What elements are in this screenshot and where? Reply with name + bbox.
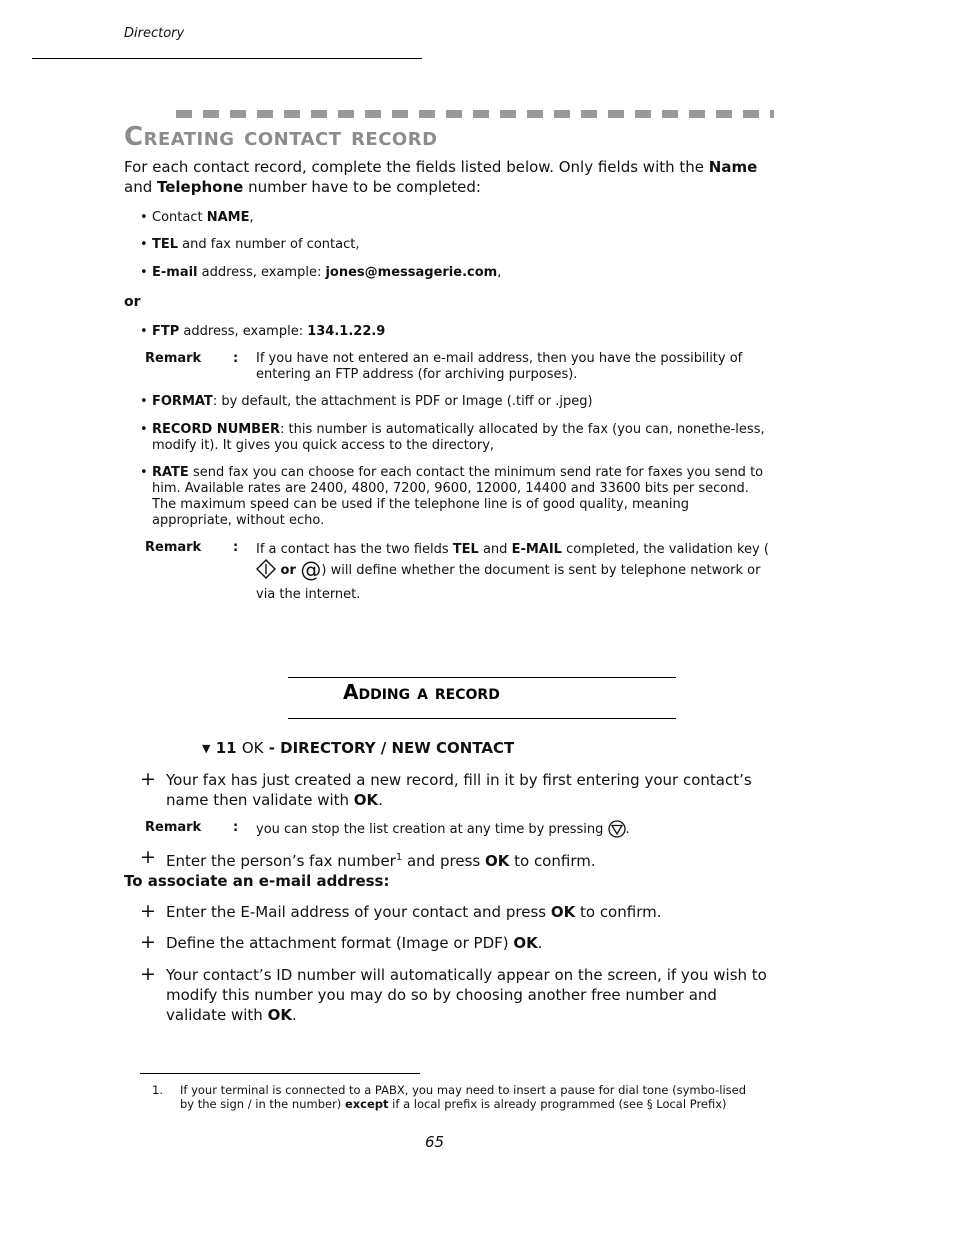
intro-paragraph: For each contact record, complete the fi…	[124, 158, 758, 196]
menu-path: ▼ 11 OK - DIRECTORY / NEW CONTACT	[202, 739, 515, 757]
heading-rule-bottom	[288, 718, 676, 719]
plus-icon: +	[140, 768, 156, 790]
header-rule	[32, 58, 422, 59]
section-dash-decoration	[176, 110, 774, 118]
running-header: Directory	[124, 26, 185, 41]
page-number: 65	[425, 1133, 445, 1151]
subheading-associate-email: To associate an e-mail address:	[124, 872, 390, 890]
section-title-creating-contact-record: Creating contact record	[124, 122, 438, 152]
section-title-adding-a-record: Adding a record	[343, 680, 500, 704]
at-key-icon: @	[300, 558, 322, 582]
start-key-icon	[256, 559, 276, 585]
stop-key-icon	[607, 820, 626, 843]
footnote-rule	[140, 1073, 420, 1074]
triangle-down-icon: ▼	[202, 742, 211, 755]
or-label: or	[124, 294, 141, 310]
heading-rule-top	[288, 677, 676, 678]
remark-label: Remark	[145, 351, 202, 366]
